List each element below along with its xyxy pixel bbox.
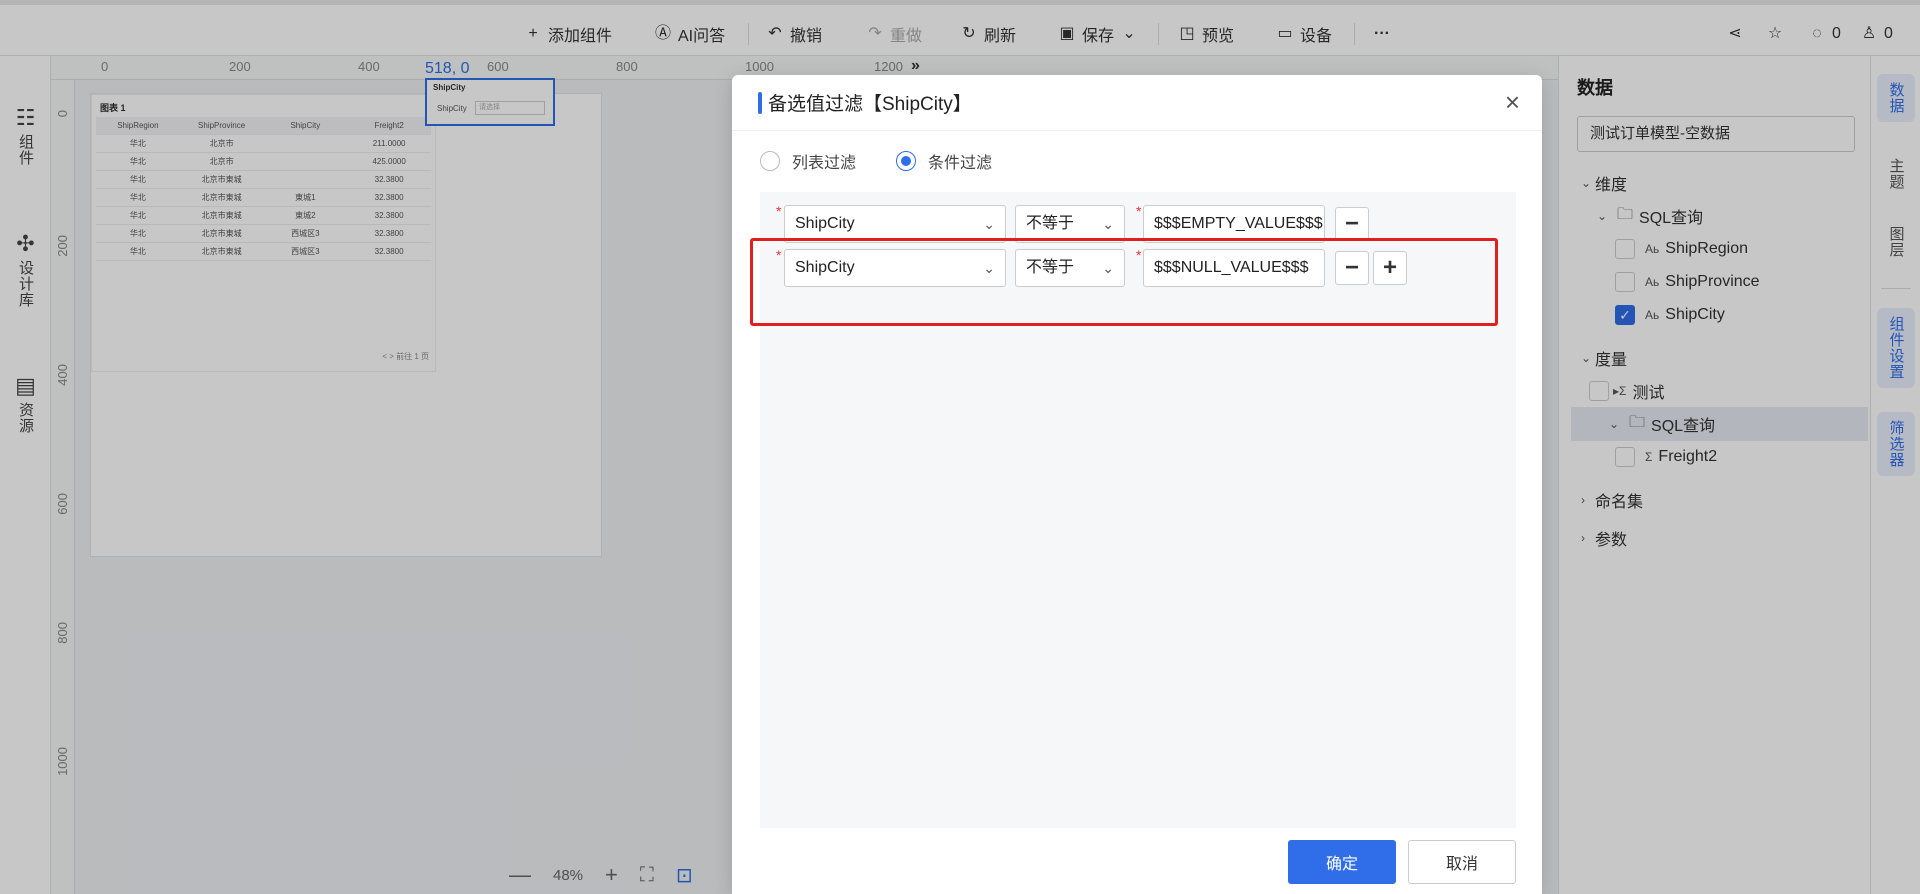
dialog-footer: 确定 取消 (732, 840, 1542, 894)
filter-dialog: 备选值过滤【ShipCity】 × 列表过滤 条件过滤 * ShipCity ⌄ … (732, 75, 1542, 894)
radio-condition-filter[interactable]: 条件过滤 (896, 149, 992, 173)
filter-mode-radios: 列表过滤 条件过滤 (760, 149, 992, 173)
chevron-down-icon: ⌄ (983, 216, 995, 232)
confirm-button[interactable]: 确定 (1288, 840, 1396, 884)
title-accent-bar (758, 91, 762, 114)
radio-button-selected[interactable] (896, 151, 917, 171)
radio-list-filter[interactable]: 列表过滤 (760, 149, 856, 173)
remove-condition-button[interactable]: − (1335, 207, 1369, 241)
annotation-highlight-box (750, 238, 1498, 326)
cancel-button[interactable]: 取消 (1408, 840, 1516, 884)
radio-button[interactable] (760, 151, 780, 171)
dialog-title: 备选值过滤【ShipCity】 (758, 89, 972, 116)
dialog-header: 备选值过滤【ShipCity】 × (732, 75, 1542, 131)
chevron-down-icon: ⌄ (1102, 216, 1114, 232)
minus-icon: − (1344, 210, 1359, 237)
required-mark: * (776, 203, 782, 219)
close-icon[interactable]: × (1505, 89, 1520, 115)
required-mark: * (1136, 203, 1142, 219)
